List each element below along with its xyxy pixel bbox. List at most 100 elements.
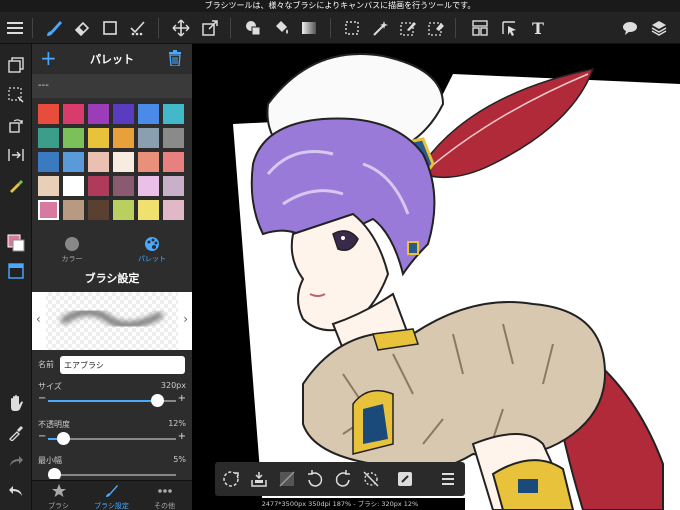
tab-brush-settings[interactable]: ブラシ設定 bbox=[85, 481, 138, 510]
palette-swatch[interactable] bbox=[162, 151, 185, 173]
lasso-select-icon[interactable] bbox=[341, 17, 363, 39]
no-selection-icon[interactable] bbox=[360, 468, 382, 490]
rotate-layer-icon[interactable] bbox=[5, 114, 27, 136]
tab-color-label: カラー bbox=[61, 255, 83, 263]
panel-toggle-icon[interactable] bbox=[5, 260, 27, 282]
palette-swatch[interactable] bbox=[112, 103, 135, 125]
layers-icon[interactable] bbox=[648, 17, 670, 39]
size-plus-button[interactable]: + bbox=[178, 393, 186, 404]
add-palette-icon[interactable]: + bbox=[40, 48, 57, 68]
palette-swatch[interactable] bbox=[37, 127, 60, 149]
size-slider-knob[interactable] bbox=[150, 394, 164, 407]
palette-swatch[interactable] bbox=[137, 151, 160, 173]
brush-tool-icon[interactable] bbox=[43, 17, 65, 39]
rectangle-tool-icon[interactable] bbox=[99, 17, 121, 39]
palette-icon bbox=[145, 237, 159, 251]
gradient-icon[interactable] bbox=[298, 17, 320, 39]
next-brush-icon[interactable]: › bbox=[183, 312, 188, 326]
palette-swatch[interactable] bbox=[37, 199, 60, 221]
speech-bubble-icon[interactable] bbox=[619, 17, 641, 39]
select-pen-icon[interactable] bbox=[397, 17, 419, 39]
side-panel: + パレット --- カラー パレット ブラシ設定 ‹ › 名前 エアブラシ サ… bbox=[32, 44, 192, 510]
undo-icon[interactable] bbox=[5, 480, 27, 502]
palette-swatch[interactable] bbox=[87, 199, 110, 221]
palette-swatch[interactable] bbox=[162, 199, 185, 221]
import-tray-icon[interactable] bbox=[248, 468, 270, 490]
palette-swatch[interactable] bbox=[162, 127, 185, 149]
size-minus-button[interactable]: − bbox=[38, 393, 46, 404]
magic-wand-icon[interactable] bbox=[369, 17, 391, 39]
move-icon[interactable] bbox=[170, 17, 192, 39]
palette-swatch[interactable] bbox=[137, 127, 160, 149]
opacity-label: 不透明度 bbox=[38, 420, 70, 429]
prev-brush-icon[interactable]: ‹ bbox=[36, 312, 41, 326]
eraser-icon[interactable] bbox=[71, 17, 93, 39]
fill-shape-icon[interactable] bbox=[242, 17, 264, 39]
text-tool-icon[interactable]: T bbox=[527, 17, 549, 39]
size-slider[interactable] bbox=[48, 394, 176, 407]
opacity-plus-button[interactable]: + bbox=[178, 431, 186, 442]
menu-icon[interactable] bbox=[4, 17, 26, 39]
eyedropper-icon[interactable] bbox=[5, 422, 27, 444]
hand-icon[interactable] bbox=[5, 392, 27, 414]
palette-swatch[interactable] bbox=[62, 127, 85, 149]
palette-swatch[interactable] bbox=[62, 175, 85, 197]
deselect-icon[interactable] bbox=[5, 84, 27, 106]
palette-swatch[interactable] bbox=[137, 103, 160, 125]
palette-swatch[interactable] bbox=[112, 175, 135, 197]
trash-icon[interactable] bbox=[168, 50, 182, 70]
min-width-slider[interactable] bbox=[48, 468, 176, 479]
palette-swatch[interactable] bbox=[37, 175, 60, 197]
min-width-slider-row: 最小幅 5% bbox=[32, 455, 192, 479]
copy-layer-icon[interactable] bbox=[5, 54, 27, 76]
flip-canvas-icon[interactable] bbox=[276, 468, 298, 490]
menu-more-icon[interactable] bbox=[438, 468, 460, 490]
palette-swatch[interactable] bbox=[62, 199, 85, 221]
palette-swatch[interactable] bbox=[87, 103, 110, 125]
snap-pen-icon[interactable] bbox=[127, 17, 149, 39]
palette-swatch[interactable] bbox=[87, 175, 110, 197]
opacity-slider[interactable] bbox=[48, 432, 176, 445]
select-cursor-icon[interactable] bbox=[498, 17, 520, 39]
left-tool-rail bbox=[0, 44, 32, 510]
tab-other[interactable]: その他 bbox=[138, 481, 191, 510]
palette-swatch[interactable] bbox=[62, 151, 85, 173]
palette-swatch[interactable] bbox=[112, 127, 135, 149]
brush-name-input[interactable] bbox=[60, 356, 185, 374]
frame-layout-icon[interactable] bbox=[469, 17, 491, 39]
artwork-illustration bbox=[233, 53, 680, 510]
tab-brush[interactable]: ブラシ bbox=[32, 481, 85, 510]
opacity-minus-button[interactable]: − bbox=[38, 431, 46, 442]
select-eraser-icon[interactable] bbox=[425, 17, 447, 39]
redo-icon[interactable] bbox=[5, 450, 27, 472]
select-rotate-icon[interactable] bbox=[220, 468, 242, 490]
tab-color[interactable]: カラー bbox=[32, 232, 112, 264]
drawing-canvas[interactable] bbox=[193, 44, 680, 510]
palette-swatch[interactable] bbox=[137, 199, 160, 221]
palette-swatch[interactable] bbox=[112, 199, 135, 221]
palette-swatch[interactable] bbox=[112, 151, 135, 173]
flip-icon[interactable] bbox=[5, 144, 27, 166]
palette-swatch[interactable] bbox=[87, 127, 110, 149]
eyedropper-pen-icon[interactable] bbox=[5, 174, 27, 196]
palette-swatch[interactable] bbox=[87, 151, 110, 173]
min-width-slider-knob[interactable] bbox=[48, 468, 62, 479]
tab-palette-label: パレット bbox=[138, 255, 166, 263]
tab-palette[interactable]: パレット bbox=[112, 232, 192, 264]
palette-swatch[interactable] bbox=[137, 175, 160, 197]
rotate-right-icon[interactable] bbox=[332, 468, 354, 490]
star-icon bbox=[51, 484, 66, 497]
canvas-info-text: 2477*3500px 350dpi 187% - ブラシ: 320px 12% bbox=[215, 498, 465, 510]
palette-swatch[interactable] bbox=[37, 103, 60, 125]
palette-swatch[interactable] bbox=[162, 103, 185, 125]
color-swatch-icon[interactable] bbox=[5, 232, 27, 254]
palette-swatch[interactable] bbox=[162, 175, 185, 197]
palette-name[interactable]: --- bbox=[32, 74, 192, 98]
edit-icon[interactable] bbox=[394, 468, 416, 490]
rotate-left-icon[interactable] bbox=[304, 468, 326, 490]
transform-icon[interactable] bbox=[199, 17, 221, 39]
bucket-icon[interactable] bbox=[270, 17, 292, 39]
palette-swatch[interactable] bbox=[37, 151, 60, 173]
opacity-slider-knob[interactable] bbox=[57, 432, 71, 445]
palette-swatch[interactable] bbox=[62, 103, 85, 125]
